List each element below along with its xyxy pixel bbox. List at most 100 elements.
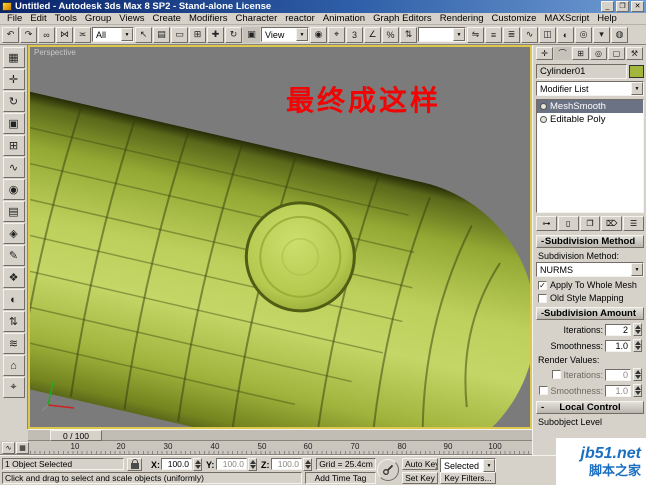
chevron-down-icon[interactable]: ▼ [121,28,133,41]
unlink-icon[interactable]: ⋈ [56,26,73,43]
dock-tool-icon[interactable]: ✎ [2,245,25,266]
select-move-icon[interactable]: ✚ [207,26,224,43]
select-object-icon[interactable]: ↖ [135,26,152,43]
align-icon[interactable]: ≡ [485,26,502,43]
modifier-enabled-bulb-icon[interactable] [540,103,547,110]
undo-icon[interactable]: ↶ [2,26,19,43]
track-bar[interactable]: ∿ ▦ 10 20 30 40 50 60 70 80 90 100 [0,441,532,455]
named-selection-sets-dropdown[interactable]: ▼ [418,27,466,42]
dock-tool-icon[interactable]: ◉ [2,179,25,200]
dock-tool-icon[interactable]: ✛ [2,69,25,90]
dock-tool-icon[interactable]: ▣ [2,113,25,134]
select-rotate-icon[interactable]: ↻ [225,26,242,43]
object-color-swatch[interactable] [629,65,644,78]
render-type-icon[interactable]: ▾ [593,26,610,43]
dock-tool-icon[interactable]: ▤ [2,201,25,222]
set-key-tangent-button[interactable] [377,459,399,481]
dock-tool-icon[interactable]: ⊞ [2,135,25,156]
menu-item-customize[interactable]: Customize [488,13,541,24]
minimize-button[interactable]: _ [601,1,614,12]
z-spinner[interactable] [303,458,312,471]
add-time-tag-button[interactable]: Add Time Tag [305,472,376,484]
smoothness-field[interactable]: 1.0 [605,339,631,352]
layer-manager-icon[interactable]: ≣ [503,26,520,43]
schematic-view-icon[interactable]: ◫ [539,26,556,43]
x-spinner[interactable] [193,458,202,471]
tab-display-icon[interactable]: ▢ [608,47,625,60]
menu-item-edit[interactable]: Edit [26,13,50,24]
show-end-result-button[interactable]: ▯ [557,216,579,231]
dock-tool-icon[interactable]: ∿ [2,157,25,178]
mirror-icon[interactable]: ⇋ [467,26,484,43]
dock-tool-icon[interactable]: ▦ [2,47,25,68]
z-field[interactable]: 100.0 [271,458,302,470]
trackbar-ruler[interactable]: 10 20 30 40 50 60 70 80 90 100 [30,441,530,455]
menu-item-character[interactable]: Character [232,13,282,24]
rollout-subdivision-method-header[interactable]: - Subdivision Method [536,235,644,248]
menu-item-reactor[interactable]: reactor [281,13,319,24]
old-style-mapping-checkbox[interactable] [538,293,547,303]
tab-hierarchy-icon[interactable]: ⊞ [572,47,589,60]
modifier-stack-item-meshsmooth[interactable]: MeshSmooth [537,100,643,113]
set-key-button[interactable]: Set Key [402,472,438,484]
close-button[interactable]: ✕ [631,1,644,12]
use-pivot-center-icon[interactable]: ◉ [310,26,327,43]
subdivision-method-dropdown[interactable]: NURMS ▼ [536,262,644,277]
modifier-enabled-bulb-icon[interactable] [540,116,547,123]
x-field[interactable]: 100.0 [161,458,192,470]
pin-stack-button[interactable]: ⊶ [536,216,557,231]
menu-item-views[interactable]: Views [115,13,148,24]
select-manipulate-icon[interactable]: ⌖ [328,26,345,43]
quick-render-icon[interactable]: ◍ [611,26,628,43]
y-spinner[interactable] [248,458,257,471]
modifier-stack[interactable]: MeshSmooth Editable Poly [536,99,644,213]
iterations-field[interactable]: 2 [605,323,631,336]
dock-tool-icon[interactable]: ⇅ [2,311,25,332]
maximize-button[interactable]: ❐ [616,1,629,12]
tab-create-icon[interactable]: ✛ [536,47,553,60]
auto-key-button[interactable]: Auto Key [402,458,438,470]
modifier-list-dropdown[interactable]: Modifier List ▼ [536,81,644,96]
y-field[interactable]: 100.0 [216,458,247,470]
dock-tool-icon[interactable]: ↻ [2,91,25,112]
make-unique-button[interactable]: ❐ [579,216,601,231]
bind-spacewarp-icon[interactable]: ≍ [74,26,91,43]
render-iterations-checkbox[interactable] [552,370,562,379]
material-editor-icon[interactable]: ◐ [557,26,574,43]
time-slider-thumb[interactable]: 0 / 100 [50,430,102,441]
menu-item-tools[interactable]: Tools [51,13,81,24]
smoothness-spinner[interactable] [633,339,642,352]
chevron-down-icon[interactable]: ▼ [631,263,643,276]
trackbar-filter-button[interactable]: ▦ [16,442,29,454]
remove-modifier-button[interactable]: ⌦ [601,216,623,231]
menu-item-maxscript[interactable]: MAXScript [540,13,593,24]
rollout-collapse-icon[interactable]: - [541,308,544,319]
chevron-down-icon[interactable]: ▼ [453,28,465,41]
selection-lock-button[interactable] [127,458,142,471]
time-slider-track[interactable]: 0 / 100 [28,429,532,441]
menu-item-animation[interactable]: Animation [319,13,369,24]
select-link-icon[interactable]: ∞ [38,26,55,43]
menu-item-help[interactable]: Help [593,13,621,24]
key-filters-button[interactable]: Key Filters... [440,472,496,484]
angle-snap-icon[interactable]: ∠ [364,26,381,43]
rollout-collapse-icon[interactable]: - [541,236,544,247]
dock-tool-icon[interactable]: ≋ [2,333,25,354]
chevron-down-icon[interactable]: ▼ [631,82,643,95]
tab-modify-icon[interactable]: ⌒ [554,47,571,60]
rollout-local-control-header[interactable]: - Local Control [536,401,644,414]
menu-item-graph-editors[interactable]: Graph Editors [369,13,436,24]
dock-tool-icon[interactable]: ❖ [2,267,25,288]
render-scene-icon[interactable]: ◎ [575,26,592,43]
window-crossing-icon[interactable]: ⊞ [189,26,206,43]
menu-item-rendering[interactable]: Rendering [436,13,488,24]
mini-curve-editor-button[interactable]: ∿ [2,442,15,454]
dock-tool-icon[interactable]: ◐ [2,289,25,310]
viewport-label[interactable]: Perspective [34,48,76,57]
selection-region-icon[interactable]: ▭ [171,26,188,43]
menu-item-create[interactable]: Create [148,13,185,24]
menu-item-file[interactable]: File [3,13,26,24]
menu-item-group[interactable]: Group [81,13,115,24]
snap-toggle-icon[interactable]: 3 [346,26,363,43]
reference-coordinate-dropdown[interactable]: View ▼ [261,27,309,42]
